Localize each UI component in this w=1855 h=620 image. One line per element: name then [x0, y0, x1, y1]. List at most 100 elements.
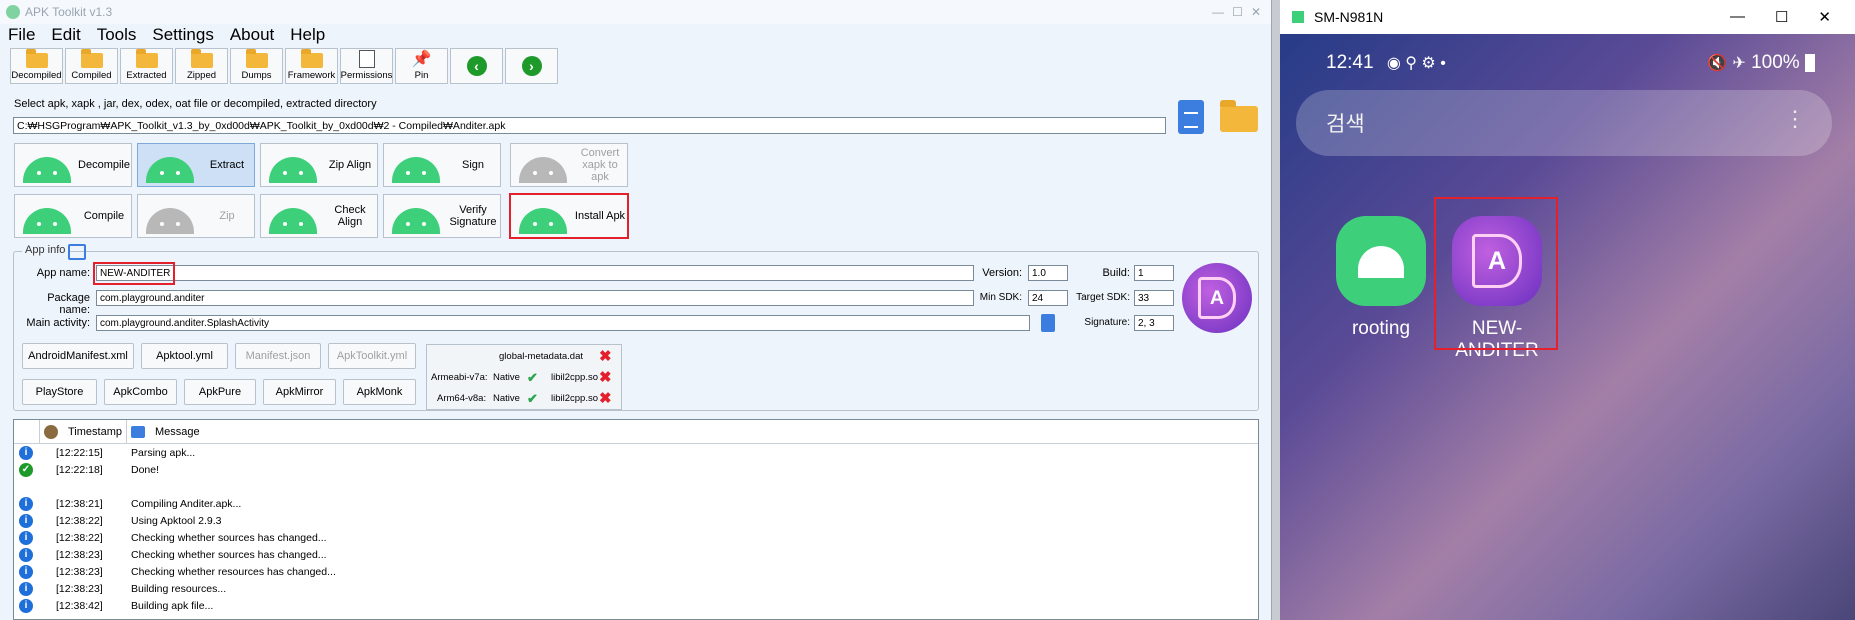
- open-folder-icon[interactable]: [1220, 100, 1258, 132]
- app-rooting[interactable]: rooting: [1326, 216, 1436, 340]
- close-button[interactable]: ✕: [1251, 5, 1261, 19]
- log-row: i [12:38:22] Using Apktool 2.9.3: [14, 512, 1258, 529]
- maximize-button[interactable]: ☐: [1232, 5, 1243, 19]
- build-field[interactable]: 1: [1134, 265, 1174, 281]
- app-logo-icon: [6, 5, 20, 19]
- main-activity-field[interactable]: com.playground.anditer.SplashActivity: [96, 315, 1030, 331]
- battery-icon: [1805, 53, 1815, 72]
- package-name-label: Package name:: [47, 292, 90, 316]
- check-align-button[interactable]: Check Align: [260, 194, 378, 238]
- decompiled-button[interactable]: Decompiled: [10, 48, 63, 84]
- menu-tools[interactable]: Tools: [97, 25, 137, 45]
- verify-signature-button[interactable]: Verify Signature: [383, 194, 501, 238]
- android-icon: [140, 196, 200, 236]
- menu-help[interactable]: Help: [290, 25, 325, 45]
- pin-button[interactable]: 📌 Pin: [395, 48, 448, 84]
- signature-label: Signature:: [1084, 317, 1130, 328]
- folder-icon: [300, 49, 323, 68]
- edit-icon[interactable]: [68, 244, 86, 260]
- arrow-right-icon: ›: [521, 56, 542, 76]
- info-icon: i: [19, 513, 33, 528]
- arrow-left-icon: ‹: [466, 56, 487, 76]
- decompile-button[interactable]: Decompile: [14, 143, 132, 187]
- maximize-button[interactable]: ☐: [1775, 8, 1788, 26]
- document-icon[interactable]: [1178, 100, 1204, 134]
- forward-button[interactable]: ›: [505, 48, 558, 84]
- lib-label: libil2cpp.so: [551, 393, 598, 404]
- apkmirror-button[interactable]: ApkMirror: [263, 379, 336, 405]
- extracted-button[interactable]: Extracted: [120, 48, 173, 84]
- compile-button[interactable]: Compile: [14, 194, 132, 238]
- log-row: ✓ [12:22:18] Done!: [14, 461, 1258, 478]
- framework-button[interactable]: Framework: [285, 48, 338, 84]
- permissions-button[interactable]: Permissions: [340, 48, 393, 84]
- android-icon: [140, 145, 200, 185]
- info-icon: i: [19, 530, 33, 545]
- compiled-button[interactable]: Compiled: [65, 48, 118, 84]
- convert-xapk-button[interactable]: Convert xapk to apk: [510, 143, 628, 187]
- metadata-label: global-metadata.dat: [499, 351, 583, 362]
- apkmonk-button[interactable]: ApkMonk: [343, 379, 416, 405]
- apkpure-button[interactable]: ApkPure: [184, 379, 256, 405]
- menu-settings[interactable]: Settings: [152, 25, 213, 45]
- app-name-label: App name:: [36, 267, 90, 279]
- install-apk-button[interactable]: Install Apk: [509, 193, 629, 239]
- signature-field[interactable]: 2, 3: [1134, 315, 1174, 331]
- android-app-icon: [1336, 216, 1426, 306]
- app-name-field[interactable]: NEW-ANDITER: [96, 265, 974, 281]
- package-name-field[interactable]: com.playground.anditer: [96, 290, 974, 306]
- path-input[interactable]: C:₩HSGProgram₩APK_Toolkit_v1.3_by_0xd00d…: [13, 117, 1166, 134]
- zipped-button[interactable]: Zipped: [175, 48, 228, 84]
- apktoolkit-yml-button[interactable]: ApkToolkit.yml: [328, 343, 416, 369]
- minimize-button[interactable]: —: [1730, 8, 1745, 26]
- back-button[interactable]: ‹: [450, 48, 503, 84]
- log-header: Timestamp Message: [14, 420, 1258, 444]
- info-icon: i: [19, 598, 33, 613]
- android-manifest-button[interactable]: AndroidManifest.xml: [22, 343, 134, 369]
- close-button[interactable]: ✕: [1818, 8, 1831, 26]
- main-activity-label: Main activity:: [26, 317, 90, 329]
- target-sdk-field[interactable]: 33: [1134, 290, 1174, 306]
- mute-icon: 🔇: [1707, 55, 1728, 72]
- min-sdk-field[interactable]: 24: [1028, 290, 1068, 306]
- android-icon: [17, 196, 77, 236]
- copy-icon[interactable]: [1041, 314, 1055, 332]
- message-icon: [131, 425, 145, 438]
- apkcombo-button[interactable]: ApkCombo: [104, 379, 177, 405]
- apktool-yml-button[interactable]: Apktool.yml: [141, 343, 228, 369]
- search-bar[interactable]: 검색 ⋮: [1296, 90, 1832, 156]
- status-icons: ◉ ⚲ ⚙ •: [1386, 55, 1446, 72]
- folder-icon: [25, 49, 48, 68]
- title-bar: APK Toolkit v1.3 — ☐ ✕: [0, 0, 1271, 24]
- timestamp-header: Timestamp: [68, 425, 122, 438]
- toolbar: Decompiled Compiled Extracted Zipped Dum…: [0, 48, 1271, 86]
- folder-icon: [190, 49, 213, 68]
- manifest-json-button[interactable]: Manifest.json: [235, 343, 321, 369]
- search-placeholder: 검색: [1326, 113, 1365, 136]
- log-row: i [12:38:21] Compiling Anditer.apk...: [14, 495, 1258, 512]
- sign-button[interactable]: Sign: [383, 143, 501, 187]
- version-field[interactable]: 1.0: [1028, 265, 1068, 281]
- log-row: [14, 478, 1258, 495]
- battery-level: 100%: [1751, 52, 1800, 73]
- folder-icon: [80, 49, 103, 68]
- zip-align-button[interactable]: Zip Align: [260, 143, 378, 187]
- dumps-button[interactable]: Dumps: [230, 48, 283, 84]
- playstore-button[interactable]: PlayStore: [22, 379, 97, 405]
- window-title: APK Toolkit v1.3: [25, 5, 113, 19]
- minimize-button[interactable]: —: [1212, 5, 1224, 19]
- info-icon: i: [19, 496, 33, 511]
- log-panel[interactable]: Timestamp Message i [12:22:15] Parsing apk…: [13, 419, 1259, 620]
- cross-icon: ✖: [599, 390, 612, 407]
- info-icon: i: [19, 547, 33, 562]
- zip-button[interactable]: Zip: [137, 194, 255, 238]
- more-options-icon[interactable]: ⋮: [1784, 106, 1806, 132]
- phone-title-bar: SM-N981N — ☐ ✕: [1280, 0, 1855, 34]
- info-icon: i: [19, 445, 33, 460]
- menu-file[interactable]: File: [8, 25, 35, 45]
- app-info-legend: App info: [22, 244, 69, 256]
- menu-edit[interactable]: Edit: [51, 25, 80, 45]
- extract-button[interactable]: Extract: [137, 143, 255, 187]
- menu-about[interactable]: About: [230, 25, 274, 45]
- android-icon: [513, 145, 573, 185]
